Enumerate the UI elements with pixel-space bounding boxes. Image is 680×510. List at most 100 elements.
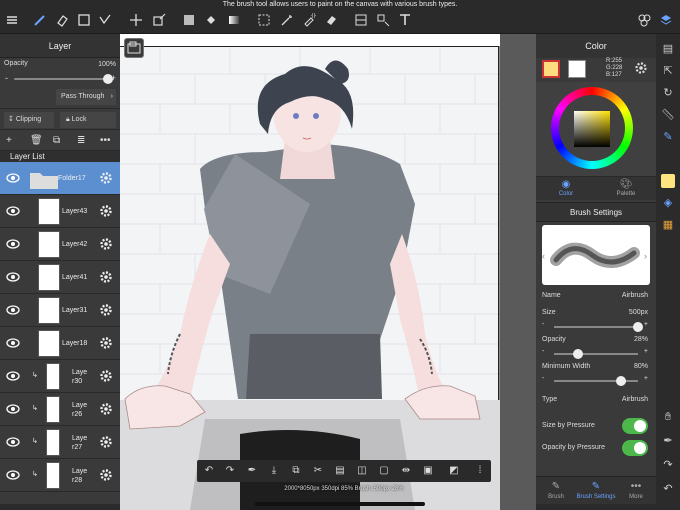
- more-options-icon[interactable]: •••: [100, 135, 111, 146]
- flip-icon[interactable]: ⇹: [400, 465, 412, 476]
- transform-icon[interactable]: ⇱: [661, 64, 675, 78]
- color-settings-gear-icon[interactable]: [634, 61, 648, 75]
- layer-row[interactable]: Layer31: [0, 294, 120, 327]
- gear-icon[interactable]: [99, 369, 113, 383]
- layer-properties-icon[interactable]: ≣: [77, 135, 85, 146]
- canvas-icon[interactable]: ▣: [422, 465, 434, 476]
- layer-row[interactable]: Laye r26 ↳: [0, 393, 120, 426]
- gradient-tool-icon[interactable]: [226, 12, 242, 28]
- eye-icon[interactable]: [6, 204, 20, 218]
- redo-icon[interactable]: ↷: [661, 458, 675, 472]
- material-icon[interactable]: ▦: [661, 218, 675, 232]
- eye-icon[interactable]: [6, 303, 20, 317]
- lock-button[interactable]: 🔒︎ Lock: [60, 112, 116, 128]
- min-width-minus-button[interactable]: -: [542, 375, 544, 382]
- text-tool-icon[interactable]: [397, 12, 413, 28]
- size-slider-knob[interactable]: [633, 322, 643, 332]
- color-wheel[interactable]: [551, 87, 633, 169]
- opacity-minus-button[interactable]: -: [5, 73, 8, 83]
- undo-icon[interactable]: ↶: [661, 482, 675, 496]
- fill-color-icon[interactable]: [181, 12, 197, 28]
- opacity-slider[interactable]: [14, 74, 113, 84]
- brush-tool-icon[interactable]: [32, 12, 48, 28]
- tab-color[interactable]: ◉ Color: [536, 179, 596, 197]
- undo-icon[interactable]: ↶: [203, 465, 215, 476]
- bucket-tool-icon[interactable]: [203, 12, 219, 28]
- layer-row[interactable]: Folder17: [0, 162, 120, 195]
- menu-icon[interactable]: [4, 12, 20, 28]
- size-plus-button[interactable]: +: [644, 321, 648, 328]
- main-color-swatch[interactable]: [542, 60, 560, 78]
- gear-icon[interactable]: [99, 402, 113, 416]
- layer-row[interactable]: Layer18: [0, 327, 120, 360]
- paste-icon[interactable]: ▤: [334, 465, 346, 476]
- min-width-slider-knob[interactable]: [616, 376, 627, 386]
- gear-icon[interactable]: [99, 204, 113, 218]
- sub-color-swatch[interactable]: [568, 60, 586, 78]
- min-width-plus-button[interactable]: +: [644, 375, 648, 382]
- tab-brush-settings[interactable]: ✎ Brush Settings: [576, 481, 616, 500]
- saturation-value-square[interactable]: [574, 111, 610, 147]
- artwork-page[interactable]: [120, 34, 500, 510]
- materials-icon[interactable]: [636, 12, 652, 28]
- select-tool-icon[interactable]: [256, 12, 272, 28]
- save-icon[interactable]: ⤓: [268, 465, 280, 476]
- eye-icon[interactable]: [6, 270, 20, 284]
- brush-type-row[interactable]: Type Airbrush: [542, 396, 650, 403]
- grid-menu-icon[interactable]: ⁞: [474, 465, 486, 476]
- layer-row[interactable]: Laye r30 ↳: [0, 360, 120, 393]
- size-minus-button[interactable]: -: [542, 321, 544, 328]
- tab-more[interactable]: ••• More: [616, 481, 656, 500]
- layer-row[interactable]: Layer42: [0, 228, 120, 261]
- opacity-pressure-toggle[interactable]: [622, 440, 648, 456]
- navigator-button[interactable]: [124, 38, 144, 58]
- brush-opacity-plus-button[interactable]: +: [644, 348, 648, 355]
- shape-tool-icon[interactable]: [76, 12, 92, 28]
- select-eraser-icon[interactable]: [323, 12, 339, 28]
- layer-row[interactable]: Layer43: [0, 195, 120, 228]
- edit-icon[interactable]: ◩: [448, 465, 460, 476]
- eye-icon[interactable]: [6, 237, 20, 251]
- tab-brush[interactable]: ✎ Brush: [536, 481, 576, 500]
- brush-opacity-slider-knob[interactable]: [572, 349, 583, 359]
- size-pressure-toggle[interactable]: [622, 418, 648, 434]
- curve-tool-icon[interactable]: [97, 12, 113, 28]
- tab-palette[interactable]: 🎨︎ Palette: [596, 179, 656, 197]
- add-layer-icon[interactable]: +: [6, 135, 12, 146]
- copy-icon[interactable]: ⧉: [290, 465, 302, 476]
- clear-icon[interactable]: ◫: [356, 465, 368, 476]
- gear-icon[interactable]: [99, 171, 113, 185]
- eyedropper-icon[interactable]: ✒: [661, 434, 675, 448]
- eye-icon[interactable]: [6, 336, 20, 350]
- brush-mode-icon[interactable]: ✎: [661, 130, 675, 144]
- brush-name-row[interactable]: Name Airbrush: [542, 292, 650, 299]
- eyedropper-icon[interactable]: ✒: [246, 465, 258, 476]
- layer-row[interactable]: Laye r28 ↳: [0, 459, 120, 492]
- duplicate-layer-icon[interactable]: ⧉: [53, 135, 60, 146]
- move-tool-icon[interactable]: [128, 12, 144, 28]
- select-all-icon[interactable]: ▢: [378, 465, 390, 476]
- eye-icon[interactable]: [6, 402, 20, 416]
- layer-row[interactable]: Laye r27 ↳: [0, 426, 120, 459]
- hand-tool-icon[interactable]: ✋︎: [661, 410, 675, 424]
- size-slider[interactable]: [554, 322, 643, 332]
- magic-wand-icon[interactable]: [279, 12, 295, 28]
- blend-mode-select[interactable]: Pass Through ›: [56, 89, 116, 105]
- color-swatch-icon[interactable]: [661, 174, 675, 188]
- panel-tool-icon[interactable]: [375, 12, 391, 28]
- layers-icon[interactable]: ◈: [661, 196, 675, 210]
- gear-icon[interactable]: [99, 237, 113, 251]
- brush-opacity-slider[interactable]: [554, 349, 638, 359]
- select-pen-icon[interactable]: [301, 12, 317, 28]
- rotate-icon[interactable]: ↻: [661, 86, 675, 100]
- redo-icon[interactable]: ↷: [224, 465, 236, 476]
- min-width-slider[interactable]: [554, 376, 638, 386]
- gear-icon[interactable]: [99, 468, 113, 482]
- gear-icon[interactable]: [99, 435, 113, 449]
- transform-tool-icon[interactable]: [151, 12, 167, 28]
- layers-stack-icon[interactable]: [658, 12, 674, 28]
- eye-icon[interactable]: [6, 369, 20, 383]
- clipping-button[interactable]: ↧ Clipping: [4, 112, 54, 128]
- eye-icon[interactable]: [6, 171, 20, 185]
- gear-icon[interactable]: [99, 303, 113, 317]
